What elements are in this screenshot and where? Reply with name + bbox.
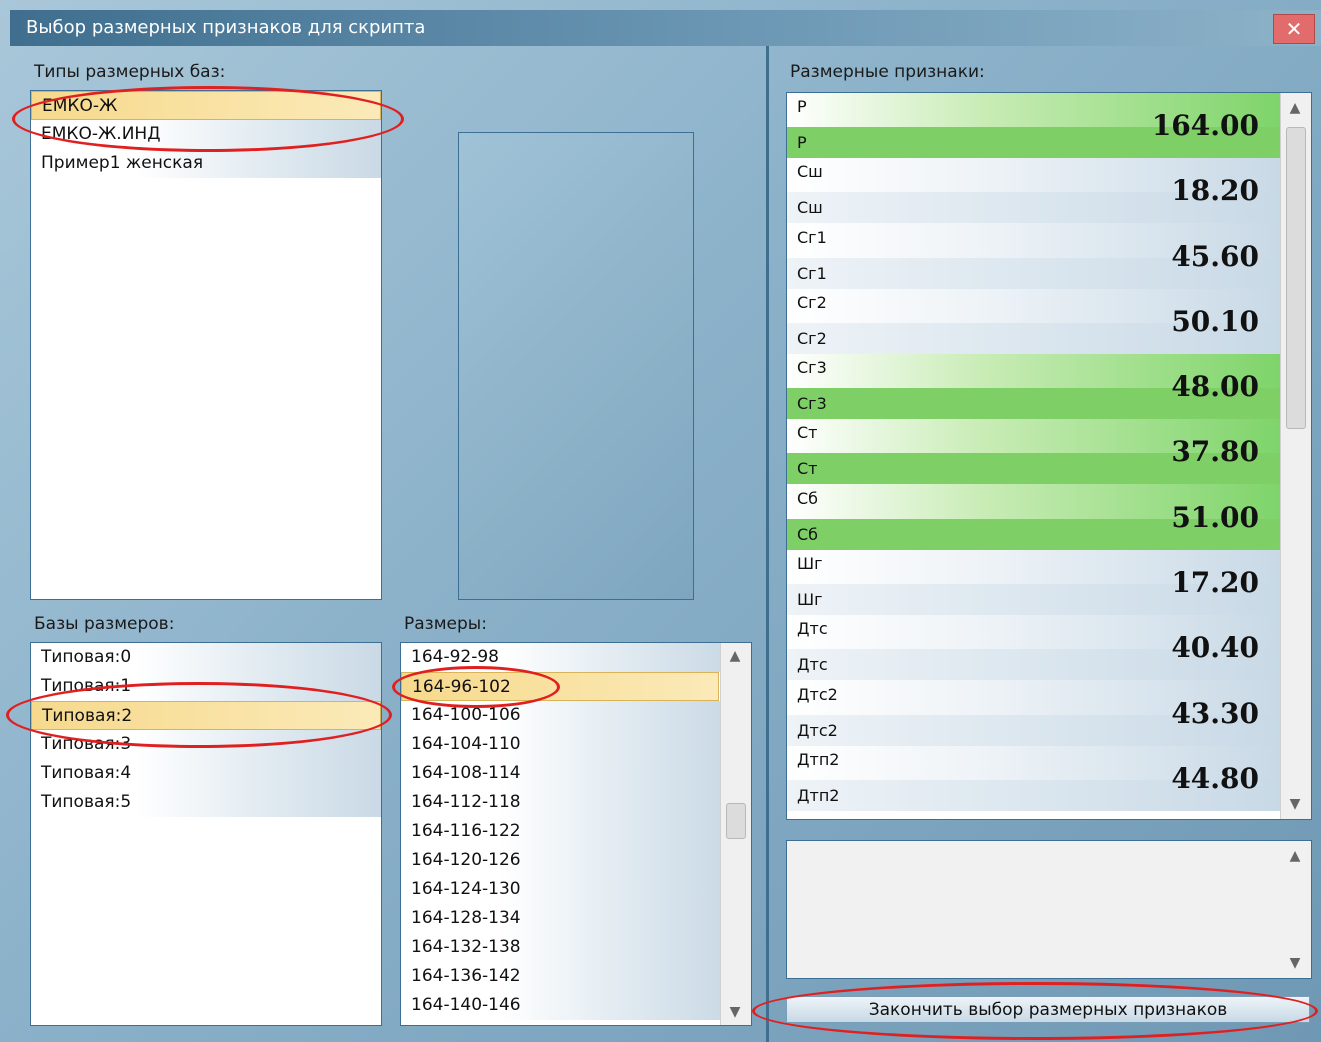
bases-list-item[interactable]: Типовая:3 — [31, 730, 381, 759]
sizes-list-item[interactable]: 164-128-134 — [401, 904, 729, 933]
attributes-listbox[interactable]: Р Р 164.00 Сш Сш 18.20 Сг1 Сг1 45.60 Сг2 Сг2 50.10 С… — [786, 92, 1312, 820]
attribute-row[interactable]: Сб Сб 51.00 — [787, 484, 1281, 551]
bases-list-item[interactable]: Типовая:2 — [31, 701, 381, 730]
attribute-name: Сг1 — [797, 227, 827, 247]
attribute-value: 45.60 — [1171, 239, 1259, 273]
sizes-list-item[interactable]: 164-100-106 — [401, 701, 729, 730]
bases-listbox[interactable]: Типовая:0 Типовая:1 Типовая:2 Типовая:3 Типо… — [30, 642, 382, 1026]
attribute-name: Сг3 — [797, 358, 827, 378]
sizes-list-item[interactable]: 164-140-146 — [401, 991, 729, 1020]
arrow-down-icon[interactable]: ▼ — [724, 1001, 746, 1023]
sizes-scrollbar[interactable]: ▲ ▼ — [720, 643, 751, 1025]
sizes-list-item[interactable]: 164-132-138 — [401, 933, 729, 962]
attribute-value: 37.80 — [1171, 435, 1259, 469]
arrow-down-icon[interactable]: ▼ — [1284, 793, 1306, 815]
attributes-scrollbar[interactable]: ▲ ▼ — [1280, 93, 1311, 819]
panel-divider — [766, 46, 769, 1042]
attribute-value: 17.20 — [1171, 566, 1259, 600]
attribute-name: Дтс — [797, 619, 828, 639]
bases-label: Базы размеров: — [34, 614, 175, 634]
attribute-row[interactable]: Сг2 Сг2 50.10 — [787, 288, 1281, 355]
sizes-list-item[interactable]: 164-136-142 — [401, 962, 729, 991]
sizes-list-item[interactable]: 164-120-126 — [401, 846, 729, 875]
attribute-row[interactable]: Р Р 164.00 — [787, 93, 1281, 159]
sizes-list-item[interactable]: 164-104-110 — [401, 730, 729, 759]
sizes-list-item[interactable]: 164-96-102 — [401, 672, 719, 701]
attribute-value: 48.00 — [1171, 370, 1259, 404]
attribute-name: Шг — [797, 554, 823, 574]
preview-panel — [458, 132, 694, 600]
sizes-label: Размеры: — [404, 614, 487, 634]
attribute-value: 18.20 — [1171, 174, 1259, 208]
attributes-label: Размерные признаки: — [790, 62, 985, 82]
attribute-value: 50.10 — [1171, 304, 1259, 338]
attribute-row[interactable]: Шг Шг 17.20 — [787, 550, 1281, 616]
attribute-row[interactable]: Сг3 Сг3 48.00 — [787, 354, 1281, 420]
types-list-item[interactable]: ЕМКО-Ж — [31, 91, 381, 120]
sizes-scroll-thumb[interactable] — [726, 803, 746, 839]
attribute-value: 51.00 — [1171, 500, 1259, 534]
attribute-row[interactable]: Дтс2 Дтс2 43.30 — [787, 680, 1281, 746]
sizes-listbox[interactable]: 164-92-98 164-96-102 164-100-106 164-104-11… — [400, 642, 752, 1026]
arrow-down-icon[interactable]: ▼ — [1284, 952, 1306, 974]
attributes-scroll-thumb[interactable] — [1286, 127, 1306, 429]
arrow-up-icon[interactable]: ▲ — [1284, 97, 1306, 119]
sizes-list-item[interactable]: 164-112-118 — [401, 788, 729, 817]
attribute-row[interactable]: Дтс Дтс 40.40 — [787, 615, 1281, 681]
attribute-value: 164.00 — [1151, 109, 1259, 142]
close-button[interactable]: ✕ — [1273, 14, 1315, 44]
sizes-list-item[interactable]: 164-108-114 — [401, 759, 729, 788]
title-bar: Выбор размерных признаков для скрипта ✕ — [10, 10, 1321, 46]
attribute-value: 40.40 — [1171, 631, 1259, 665]
arrow-up-icon[interactable]: ▲ — [724, 645, 746, 667]
bases-list-item[interactable]: Типовая:4 — [31, 759, 381, 788]
bases-list-item[interactable]: Типовая:0 — [31, 643, 381, 672]
attribute-row[interactable]: Дтп2 Дтп2 44.80 — [787, 745, 1281, 812]
attribute-row[interactable]: Сш Сш 18.20 — [787, 158, 1281, 224]
attribute-value: 44.80 — [1171, 761, 1259, 795]
attribute-row[interactable]: Сг1 Сг1 45.60 — [787, 223, 1281, 289]
attribute-name: Дтс2 — [797, 684, 838, 704]
types-list-item[interactable]: Пример1 женская — [31, 149, 381, 178]
arrow-up-icon[interactable]: ▲ — [1284, 845, 1306, 867]
finish-selection-button[interactable]: Закончить выбор размерных признаков — [786, 996, 1310, 1023]
sizes-list-item[interactable]: 164-116-122 — [401, 817, 729, 846]
attribute-name: Р — [797, 97, 807, 116]
attribute-name: Сб — [797, 488, 819, 508]
description-scrollbar[interactable]: ▲ ▼ — [1281, 841, 1311, 978]
window-title: Выбор размерных признаков для скрипта — [26, 17, 426, 38]
types-label: Типы размерных баз: — [34, 62, 226, 82]
types-listbox[interactable]: ЕМКО-Ж ЕМКО-Ж.ИНД Пример1 женская — [30, 90, 382, 600]
sizes-list-item[interactable]: 164-124-130 — [401, 875, 729, 904]
attribute-value: 43.30 — [1171, 696, 1259, 730]
attribute-name: Ст — [797, 423, 818, 443]
attribute-name: Сш — [797, 162, 823, 182]
close-icon: ✕ — [1285, 17, 1303, 41]
bases-list-item[interactable]: Типовая:5 — [31, 788, 381, 817]
types-list-item[interactable]: ЕМКО-Ж.ИНД — [31, 120, 381, 149]
attribute-name: Дтп2 — [797, 749, 840, 769]
bases-list-item[interactable]: Типовая:1 — [31, 672, 381, 701]
attribute-name: Сг2 — [797, 292, 827, 312]
dialog-window: Выбор размерных признаков для скрипта ✕ … — [0, 0, 1321, 1042]
sizes-list-item[interactable]: 164-92-98 — [401, 643, 729, 672]
attribute-row[interactable]: Ст Ст 37.80 — [787, 419, 1281, 485]
description-textbox[interactable]: ▲ ▼ — [786, 840, 1312, 979]
